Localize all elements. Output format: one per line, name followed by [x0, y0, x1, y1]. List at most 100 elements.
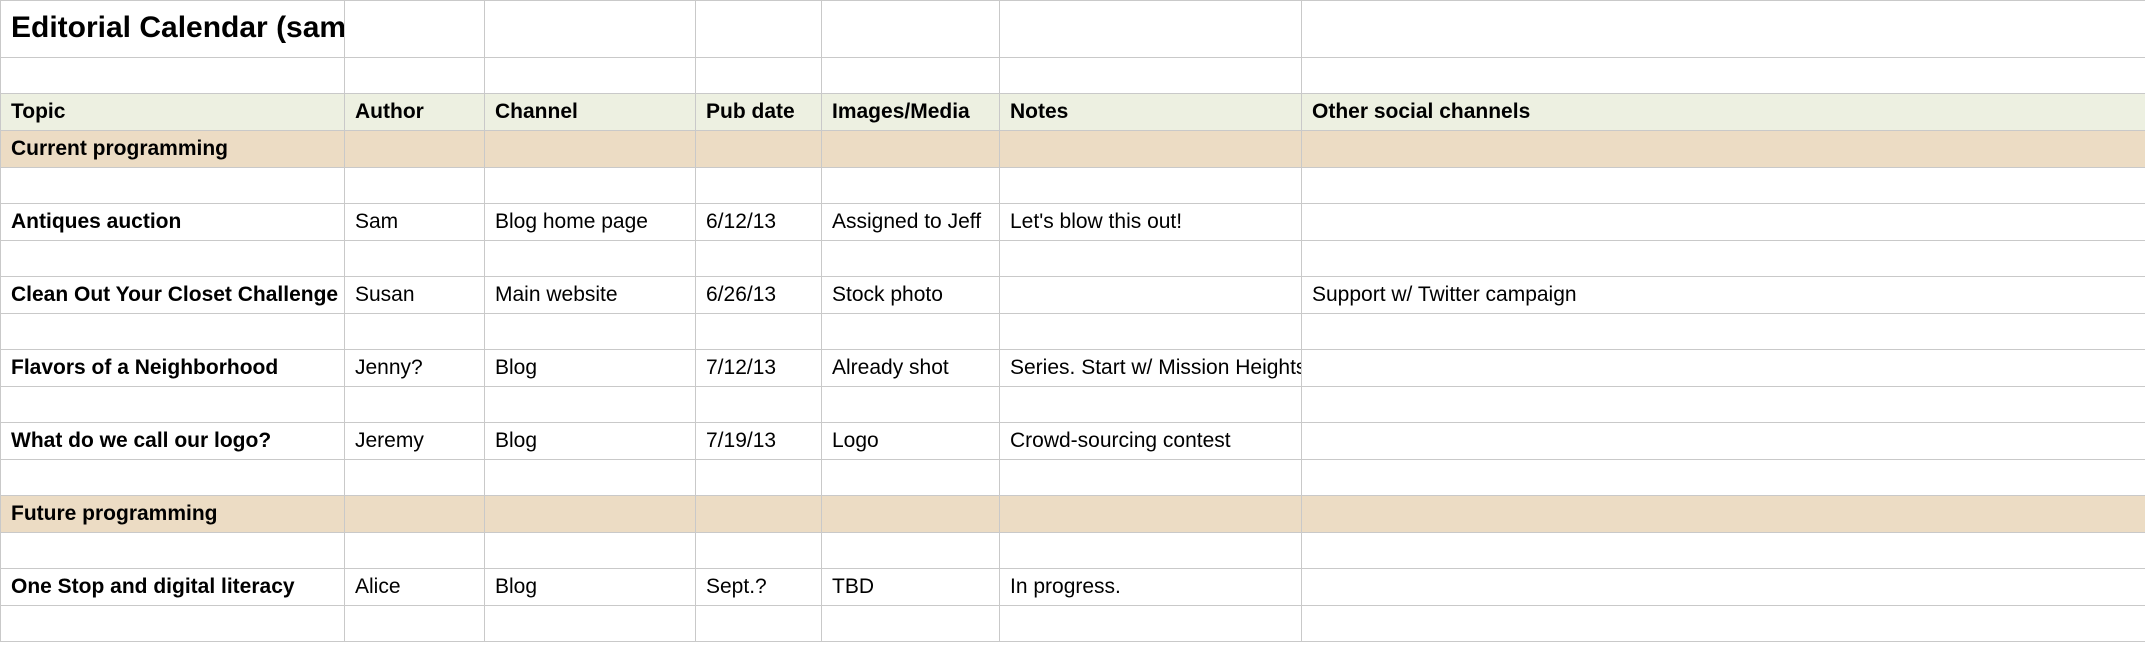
cell-pubdate[interactable]: 6/12/13	[696, 204, 822, 241]
cell-images[interactable]: Stock photo	[822, 277, 1000, 314]
cell[interactable]	[1000, 168, 1302, 204]
cell[interactable]	[1, 460, 345, 496]
cell[interactable]	[485, 168, 696, 204]
blank-row[interactable]	[1, 460, 2145, 496]
cell-notes[interactable]: In progress.	[1000, 569, 1302, 606]
cell-topic[interactable]: One Stop and digital literacy	[1, 569, 345, 606]
blank-row[interactable]	[1, 533, 2145, 569]
cell-channel[interactable]: Blog	[485, 423, 696, 460]
cell-other[interactable]	[1302, 204, 2145, 241]
cell[interactable]	[822, 314, 1000, 350]
cell-pubdate[interactable]: 7/19/13	[696, 423, 822, 460]
cell-channel[interactable]: Blog	[485, 569, 696, 606]
header-pubdate[interactable]: Pub date	[696, 94, 822, 131]
cell-images[interactable]: Already shot	[822, 350, 1000, 387]
cell-channel[interactable]: Blog home page	[485, 204, 696, 241]
cell[interactable]	[822, 168, 1000, 204]
cell-pubdate[interactable]: 7/12/13	[696, 350, 822, 387]
cell[interactable]	[822, 606, 1000, 642]
cell-other[interactable]	[1302, 569, 2145, 606]
header-author[interactable]: Author	[345, 94, 485, 131]
header-other[interactable]: Other social channels	[1302, 94, 2145, 131]
cell[interactable]	[696, 387, 822, 423]
cell[interactable]	[1302, 606, 2145, 642]
cell[interactable]	[1000, 1, 1302, 58]
cell-author[interactable]: Jeremy	[345, 423, 485, 460]
cell[interactable]	[1, 241, 345, 277]
blank-row[interactable]	[1, 387, 2145, 423]
cell[interactable]	[1302, 168, 2145, 204]
cell[interactable]	[1000, 131, 1302, 168]
cell-author[interactable]: Jenny?	[345, 350, 485, 387]
cell[interactable]	[696, 58, 822, 94]
cell[interactable]	[485, 58, 696, 94]
cell[interactable]	[696, 314, 822, 350]
cell[interactable]	[485, 533, 696, 569]
column-header-row[interactable]: Topic Author Channel Pub date Images/Med…	[1, 94, 2145, 131]
cell[interactable]	[345, 460, 485, 496]
cell[interactable]	[696, 496, 822, 533]
cell-other[interactable]	[1302, 423, 2145, 460]
cell[interactable]	[822, 58, 1000, 94]
cell-other[interactable]	[1302, 350, 2145, 387]
header-topic[interactable]: Topic	[1, 94, 345, 131]
cell[interactable]	[1000, 58, 1302, 94]
cell[interactable]	[1302, 58, 2145, 94]
cell[interactable]	[1302, 241, 2145, 277]
cell[interactable]	[345, 387, 485, 423]
section-current-row[interactable]: Current programming	[1, 131, 2145, 168]
cell[interactable]	[1302, 314, 2145, 350]
cell[interactable]	[1000, 496, 1302, 533]
blank-row[interactable]	[1, 241, 2145, 277]
cell-images[interactable]: TBD	[822, 569, 1000, 606]
cell[interactable]	[1, 533, 345, 569]
editorial-calendar-table[interactable]: Editorial Calendar (sample) Topic Author…	[0, 0, 2145, 642]
cell[interactable]	[485, 496, 696, 533]
cell-topic[interactable]: What do we call our logo?	[1, 423, 345, 460]
cell[interactable]	[696, 533, 822, 569]
cell[interactable]	[822, 387, 1000, 423]
cell[interactable]	[696, 460, 822, 496]
cell[interactable]	[485, 460, 696, 496]
cell[interactable]	[1302, 1, 2145, 58]
cell[interactable]	[1000, 533, 1302, 569]
cell[interactable]	[696, 168, 822, 204]
cell[interactable]	[1000, 314, 1302, 350]
cell-pubdate[interactable]: Sept.?	[696, 569, 822, 606]
cell[interactable]	[822, 241, 1000, 277]
cell[interactable]	[485, 131, 696, 168]
cell[interactable]	[485, 387, 696, 423]
cell-author[interactable]: Susan	[345, 277, 485, 314]
cell[interactable]	[822, 1, 1000, 58]
cell[interactable]	[345, 131, 485, 168]
cell[interactable]	[1, 387, 345, 423]
cell-images[interactable]: Assigned to Jeff	[822, 204, 1000, 241]
blank-row[interactable]	[1, 314, 2145, 350]
title-row[interactable]: Editorial Calendar (sample)	[1, 1, 2145, 58]
cell[interactable]	[1000, 460, 1302, 496]
cell[interactable]	[485, 606, 696, 642]
cell-channel[interactable]: Main website	[485, 277, 696, 314]
cell-notes[interactable]: Series. Start w/ Mission Heights	[1000, 350, 1302, 387]
header-notes[interactable]: Notes	[1000, 94, 1302, 131]
cell[interactable]	[1302, 533, 2145, 569]
section-future-row[interactable]: Future programming	[1, 496, 2145, 533]
cell-channel[interactable]: Blog	[485, 350, 696, 387]
cell[interactable]	[696, 241, 822, 277]
cell[interactable]	[1000, 241, 1302, 277]
cell[interactable]	[345, 496, 485, 533]
cell[interactable]	[345, 58, 485, 94]
cell-notes[interactable]: Let's blow this out!	[1000, 204, 1302, 241]
cell[interactable]	[822, 131, 1000, 168]
cell[interactable]	[485, 241, 696, 277]
cell[interactable]	[1, 168, 345, 204]
section-future-label[interactable]: Future programming	[1, 496, 345, 533]
cell-topic[interactable]: Flavors of a Neighborhood	[1, 350, 345, 387]
cell[interactable]	[1000, 606, 1302, 642]
cell-notes[interactable]: Crowd-sourcing contest	[1000, 423, 1302, 460]
cell-pubdate[interactable]: 6/26/13	[696, 277, 822, 314]
cell[interactable]	[1302, 496, 2145, 533]
cell[interactable]	[345, 533, 485, 569]
cell[interactable]	[1302, 460, 2145, 496]
header-images[interactable]: Images/Media	[822, 94, 1000, 131]
